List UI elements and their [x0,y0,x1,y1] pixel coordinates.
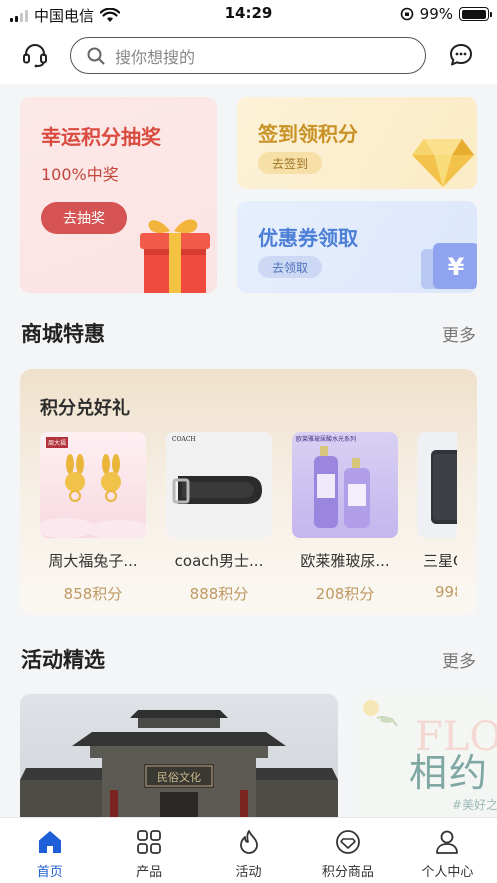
coupon-button[interactable]: 去领取 [258,256,322,278]
activity-card[interactable]: 民俗文化 [20,694,338,818]
coupon-title: 优惠券领取 [258,226,358,250]
product-card[interactable]: 欧莱雅玻尿酸水光系列 欧莱雅玻尿... 208积分 [292,432,398,604]
lottery-title: 幸运积分抽奖 [41,125,161,149]
diamond-badge-icon [334,828,362,856]
temple-gate-image: 民俗文化 [20,710,338,818]
activity-card[interactable]: FLO 相约 #美好之 [357,694,497,818]
flame-icon [235,828,263,856]
gate-sign-text: 民俗文化 [157,770,201,784]
tab-label: 首页 [36,865,63,880]
product-card[interactable]: COACH coach男士... 888积分 [166,432,272,604]
tab-label: 个人中心 [421,865,474,880]
coupon-ticket-icon: ¥ [421,243,477,289]
headset-icon[interactable] [20,40,50,70]
diamond-icon [412,139,474,187]
status-bar: 中国电信 14:29 99% [0,0,497,28]
product-card[interactable]: 三星G 998 [417,432,457,601]
search-placeholder: 搜你想搜的 [115,47,196,67]
product-points: 208积分 [315,585,375,603]
product-image [417,432,457,538]
product-name: coach男士... [174,552,264,570]
battery-percent: 99% [419,5,453,23]
lottery-subtitle: 100%中奖 [41,165,119,184]
activity-hashtag: #美好之 [452,798,497,812]
coupon-yen-icon: ¥ [448,253,465,281]
checkin-button[interactable]: 去签到 [258,152,322,174]
product-points: 998 [435,583,457,601]
shampoo-bottles-icon [314,446,370,528]
activity-headline: 相约 [409,751,490,795]
status-right: 99% [400,5,492,23]
product-name: 欧莱雅玻尿... [300,552,390,570]
gift-box-icon [140,219,210,293]
product-image: COACH [166,432,272,538]
coupon-card[interactable]: 优惠券领取 去领取 ¥ [237,201,477,293]
bottom-tab-bar: 首页 产品 活动 积分商品 个人中心 [0,817,497,883]
activities-more-link[interactable]: 更多 [442,647,476,672]
tab-products[interactable]: 产品 [99,818,198,883]
checkin-card[interactable]: 签到领积分 去签到 [237,97,477,189]
belt-icon [172,476,262,504]
mall-subtitle: 积分兑好礼 [40,398,130,419]
grid-icon [135,828,163,856]
product-image: 欧莱雅玻尿酸水光系列 [292,432,398,538]
tab-label: 积分商品 [321,865,374,880]
search-icon [87,47,105,64]
flower-decoration-icon [363,700,398,727]
person-icon [433,828,461,856]
mall-more-link[interactable]: 更多 [442,321,476,346]
search-bar[interactable]: 搜你想搜的 [70,37,426,74]
product-points: 858积分 [63,585,123,603]
checkin-title: 签到领积分 [258,122,358,146]
lottery-button[interactable]: 去抽奖 [41,202,127,234]
product-name: 周大福兔子... [48,552,138,570]
tab-label: 产品 [136,865,163,880]
folding-phone-icon [431,450,457,524]
activities-section-title: 活动精选 [21,648,105,672]
orientation-lock-icon [400,7,413,21]
product-card[interactable]: 周大福 周大福兔子... 858积分 [40,432,146,604]
chat-bubble-icon[interactable] [446,40,476,70]
product-list: 周大福 周大福兔子... 858积分 COACH coach男士... 888积… [40,432,457,607]
lottery-card[interactable]: 幸运积分抽奖 100%中奖 去抽奖 [20,97,217,293]
product-name: 三星G [423,552,457,570]
tab-label: 活动 [235,865,262,880]
battery-icon [459,7,492,21]
mall-panel: 积分兑好礼 周大福 周大福兔子... 858积分 COACH coach男士..… [20,369,477,615]
home-icon [36,828,64,856]
product-image: 周大福 [40,432,146,538]
mall-section-title: 商城特惠 [21,322,105,346]
product-points: 888积分 [189,585,249,603]
top-header: 搜你想搜的 [0,28,497,84]
tab-activities[interactable]: 活动 [199,818,298,883]
tab-points-mall[interactable]: 积分商品 [298,818,397,883]
tab-home[interactable]: 首页 [0,818,99,883]
rabbit-earrings-icon [40,454,146,538]
tab-profile[interactable]: 个人中心 [398,818,497,883]
